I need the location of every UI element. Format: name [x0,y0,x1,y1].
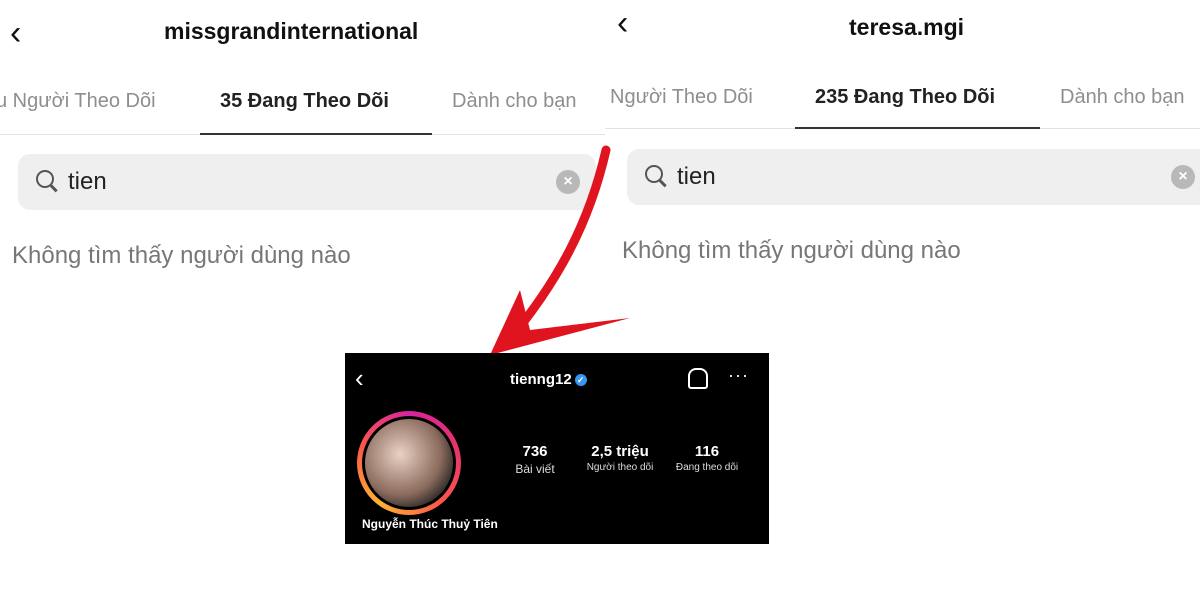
stat-label: Bài viết [515,462,555,476]
avatar[interactable] [357,411,461,515]
stat-value: 2,5 triệu [591,443,649,460]
avatar-photo [362,416,456,510]
stat-label: Người theo dõi [586,462,654,473]
profile-full-name: Nguyễn Thúc Thuỷ Tiên [362,517,498,531]
profile-username: tienng12 ✓ [510,371,587,388]
stat-followers[interactable]: 2,5 triệu Người theo dõi [577,443,663,473]
stat-posts[interactable]: 736 Bài viết [505,443,565,476]
stat-value: 736 [522,443,548,460]
arrow-head [490,290,630,355]
verified-icon: ✓ [574,374,587,387]
stat-value: 116 [694,443,720,460]
back-icon[interactable]: ‹ [355,363,364,394]
more-icon[interactable]: ··· [728,365,749,386]
stat-following[interactable]: 116 Đang theo dõi [665,443,749,473]
profile-card: ‹ tienng12 ✓ ··· 736 Bài viết 2,5 triệu N… [345,353,769,544]
username-text: tienng12 [510,371,572,388]
stat-label: Đang theo dõi [675,462,739,473]
bell-icon[interactable] [688,368,708,389]
